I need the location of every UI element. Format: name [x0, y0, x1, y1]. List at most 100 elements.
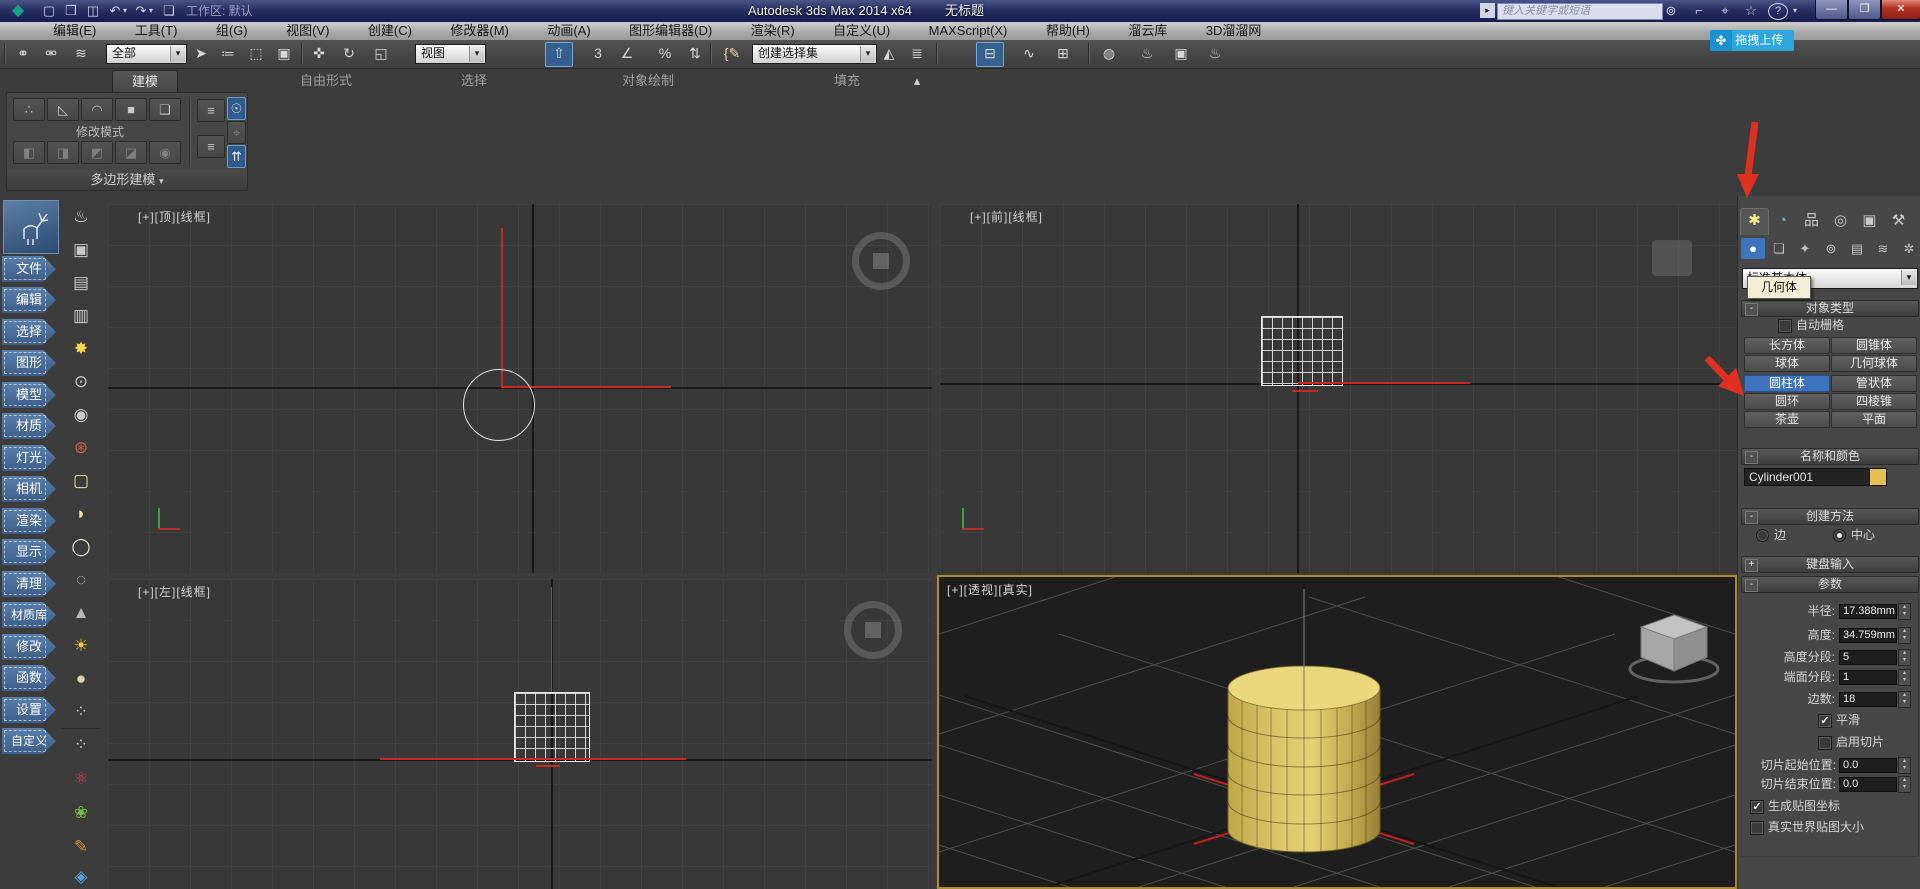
- sidebar-item-select[interactable]: 选择: [2, 319, 56, 345]
- collapse-icon[interactable]: -: [1745, 579, 1758, 592]
- pin-stack-icon[interactable]: ⌖: [227, 121, 246, 144]
- use-pivot-point-center-button[interactable]: ⇧: [545, 42, 573, 67]
- mirror-icon[interactable]: ◭: [876, 42, 902, 65]
- ribbon-tab-populate[interactable]: 填充: [815, 70, 879, 92]
- search-go-icon[interactable]: ▸: [1480, 3, 1495, 18]
- slice-from-spinner[interactable]: ▴▾: [1898, 757, 1911, 774]
- modify-tool-5-icon[interactable]: ◉: [149, 141, 181, 164]
- material-editor-icon[interactable]: ◍: [1096, 42, 1122, 65]
- window-crossing-icon[interactable]: ▣: [271, 42, 297, 65]
- drag-upload-button[interactable]: ✤ 拖拽上传: [1710, 30, 1794, 51]
- communication-center-icon[interactable]: ⌖: [1714, 0, 1736, 22]
- projector-icon[interactable]: ◉: [64, 402, 98, 428]
- viewport-top-label[interactable]: [+][顶][线框]: [138, 208, 211, 225]
- slice-to-input[interactable]: 0.0: [1839, 777, 1897, 792]
- subtab-lights[interactable]: ✦: [1793, 238, 1817, 259]
- sidebar-item-settings[interactable]: 设置: [2, 697, 56, 723]
- element-mode-icon[interactable]: ❑: [149, 98, 181, 121]
- subtab-helpers[interactable]: ▤: [1845, 238, 1869, 259]
- layer-manager-icon[interactable]: ⊟: [976, 42, 1004, 67]
- modify-tool-1-icon[interactable]: ◧: [13, 141, 45, 164]
- menu-edit[interactable]: 编辑(E): [36, 22, 113, 40]
- deer-image-button[interactable]: [3, 200, 59, 254]
- sun-icon[interactable]: ☀: [64, 633, 98, 659]
- sides-spinner[interactable]: ▴▾: [1898, 691, 1911, 708]
- autogrid-checkbox[interactable]: ✓: [1778, 319, 1792, 333]
- select-by-name-icon[interactable]: ≔: [215, 42, 241, 65]
- menu-create[interactable]: 创建(C): [351, 22, 429, 40]
- menu-customize[interactable]: 自定义(U): [816, 22, 907, 40]
- favorites-star-icon[interactable]: ☆: [1740, 0, 1762, 22]
- button-pyramid[interactable]: 四棱锥: [1831, 393, 1917, 410]
- ribbon-tab-selection[interactable]: 选择: [442, 70, 506, 92]
- dropdown-caret-icon[interactable]: ▾: [469, 46, 484, 62]
- rollout-creation-method-header[interactable]: -创建方法: [1741, 508, 1919, 525]
- edit-named-selection-sets-icon[interactable]: {✎: [716, 42, 748, 65]
- minimize-button[interactable]: —: [1815, 0, 1848, 20]
- button-cylinder[interactable]: 圆柱体: [1744, 375, 1830, 392]
- cone-icon[interactable]: ▲: [64, 600, 98, 626]
- unlink-selection-icon[interactable]: ⚮: [38, 42, 64, 65]
- height-spinner[interactable]: ▴▾: [1898, 627, 1911, 644]
- material-editor-side-icon[interactable]: ▣: [64, 237, 98, 263]
- viewport-front-label[interactable]: [+][前][线框]: [970, 208, 1043, 225]
- viewcube[interactable]: [1630, 615, 1718, 682]
- menu-group[interactable]: 组(G): [199, 22, 265, 40]
- polygon-modeling-rollout[interactable]: 多边形建模 ▾: [6, 170, 248, 191]
- ring-light-icon[interactable]: ◯: [64, 534, 98, 560]
- sidebar-item-material[interactable]: 材质: [2, 413, 56, 439]
- close-button[interactable]: ✕: [1881, 0, 1920, 20]
- sidebar-item-cleanup[interactable]: 清理: [2, 571, 56, 597]
- rollout-keyboard-entry-header[interactable]: +键盘输入: [1741, 556, 1919, 573]
- snap-toggle-3d-icon[interactable]: 3: [585, 42, 611, 65]
- vertex-mode-icon[interactable]: ∴: [13, 98, 45, 121]
- viewcube-ghost[interactable]: [1652, 240, 1692, 276]
- menu-help[interactable]: 帮助(H): [1029, 22, 1107, 40]
- render-dialog-icon[interactable]: ▤: [64, 270, 98, 296]
- sidebar-item-model[interactable]: 模型: [2, 382, 56, 408]
- toolbar-handle[interactable]: [4, 43, 6, 64]
- sidebar-item-light[interactable]: 灯光: [2, 445, 56, 471]
- tab-utilities[interactable]: ⚒: [1885, 208, 1912, 234]
- button-torus[interactable]: 圆环: [1744, 393, 1830, 410]
- tab-hierarchy[interactable]: 品: [1798, 208, 1825, 234]
- real-world-map-checkbox[interactable]: ✓: [1750, 821, 1764, 835]
- subtab-spacewarps[interactable]: ≋: [1871, 238, 1895, 259]
- cap-segments-spinner[interactable]: ▴▾: [1898, 669, 1911, 686]
- rollout-parameters-header[interactable]: -参数: [1741, 576, 1919, 593]
- menu-animation[interactable]: 动画(A): [530, 22, 607, 40]
- render-production-icon[interactable]: ♨: [1202, 42, 1228, 65]
- button-sphere[interactable]: 球体: [1744, 355, 1830, 372]
- particle-grid-icon[interactable]: ⁘: [64, 699, 98, 725]
- polygon-mode-icon[interactable]: ■: [115, 98, 147, 121]
- render-setup-icon[interactable]: ♨: [1134, 42, 1160, 65]
- slice-to-spinner[interactable]: ▴▾: [1898, 776, 1911, 793]
- edge-mode-icon[interactable]: ◺: [47, 98, 79, 121]
- selection-filter-dropdown[interactable]: 全部▾: [106, 44, 187, 64]
- sidebar-item-edit[interactable]: 编辑: [2, 287, 56, 313]
- tab-create[interactable]: ✱: [1740, 208, 1769, 235]
- subtab-shapes[interactable]: ❏: [1767, 238, 1791, 259]
- search-input[interactable]: 键入关键字或短语: [1497, 3, 1663, 20]
- height-segments-input[interactable]: 5: [1839, 650, 1897, 665]
- modify-tool-4-icon[interactable]: ◪: [115, 141, 147, 164]
- ribbon-tab-object-paint[interactable]: 对象绘制: [600, 70, 696, 92]
- sidebar-item-render[interactable]: 渲染: [2, 508, 56, 534]
- rectangular-selection-region-icon[interactable]: ⬚: [243, 42, 269, 65]
- toggle-command-panel-icon[interactable]: ⇈: [227, 145, 246, 168]
- sidebar-item-material-lib[interactable]: 材质库: [2, 602, 56, 628]
- sidebar-item-display[interactable]: 显示: [2, 539, 56, 565]
- radius-input[interactable]: 17.388mm: [1839, 604, 1897, 619]
- sidebar-item-modify[interactable]: 修改: [2, 634, 56, 660]
- select-and-rotate-icon[interactable]: ↻: [336, 42, 362, 65]
- preview-toggle-icon[interactable]: ☉: [227, 97, 246, 120]
- ribbon-tab-modeling[interactable]: 建模: [112, 70, 178, 93]
- rendered-frame-window-icon[interactable]: ▣: [1168, 42, 1194, 65]
- button-box[interactable]: 长方体: [1744, 337, 1830, 354]
- viewport-left[interactable]: [+][左][线框]: [108, 579, 932, 889]
- sidebar-item-camera[interactable]: 相机: [2, 476, 56, 502]
- button-cone[interactable]: 圆锥体: [1831, 337, 1917, 354]
- smooth-checkbox[interactable]: ✓: [1818, 714, 1832, 728]
- schematic-view-icon[interactable]: ⊞: [1050, 42, 1076, 65]
- spinner-snap-icon[interactable]: ⇅: [682, 42, 708, 65]
